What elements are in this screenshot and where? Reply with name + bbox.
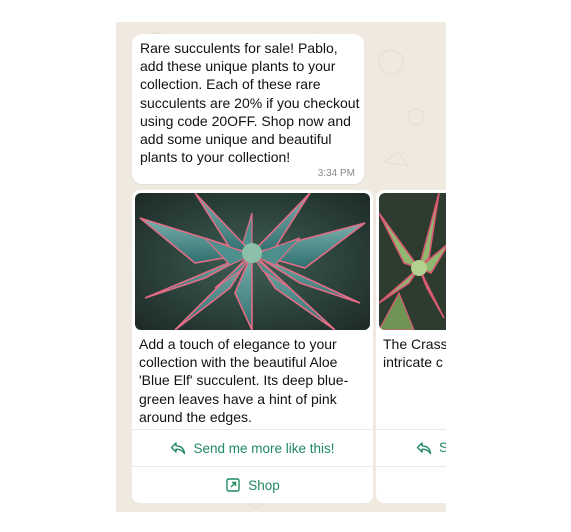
shop-button[interactable]: Shop xyxy=(132,466,373,503)
external-link-icon xyxy=(226,478,240,492)
message-bubble: Rare succulents for sale! Pablo, add the… xyxy=(132,34,364,184)
reply-icon xyxy=(171,442,186,455)
product-description: The Crass sure to be with its tin intric… xyxy=(383,336,446,371)
quick-reply-label: Send me more like this! xyxy=(193,440,335,456)
quick-reply-label: S xyxy=(439,440,446,455)
quick-reply-button[interactable]: Send me more like this! xyxy=(132,429,373,466)
chat-area: Rare succulents for sale! Pablo, add the… xyxy=(116,22,446,512)
product-card[interactable]: Add a touch of elegance to your collecti… xyxy=(132,190,373,503)
quick-reply-button[interactable]: S xyxy=(376,429,446,465)
message-text: Rare succulents for sale! Pablo, add the… xyxy=(140,40,360,166)
product-card[interactable]: The Crass sure to be with its tin intric… xyxy=(376,190,446,503)
product-description: Add a touch of elegance to your collecti… xyxy=(139,336,349,425)
reply-icon xyxy=(416,441,432,454)
aloe-blue-elf-photo[interactable] xyxy=(135,193,370,330)
shop-label: Shop xyxy=(248,477,280,493)
message-timestamp: 3:34 PM xyxy=(317,168,355,179)
crassula-photo[interactable] xyxy=(379,193,446,330)
shop-button[interactable] xyxy=(376,466,446,502)
